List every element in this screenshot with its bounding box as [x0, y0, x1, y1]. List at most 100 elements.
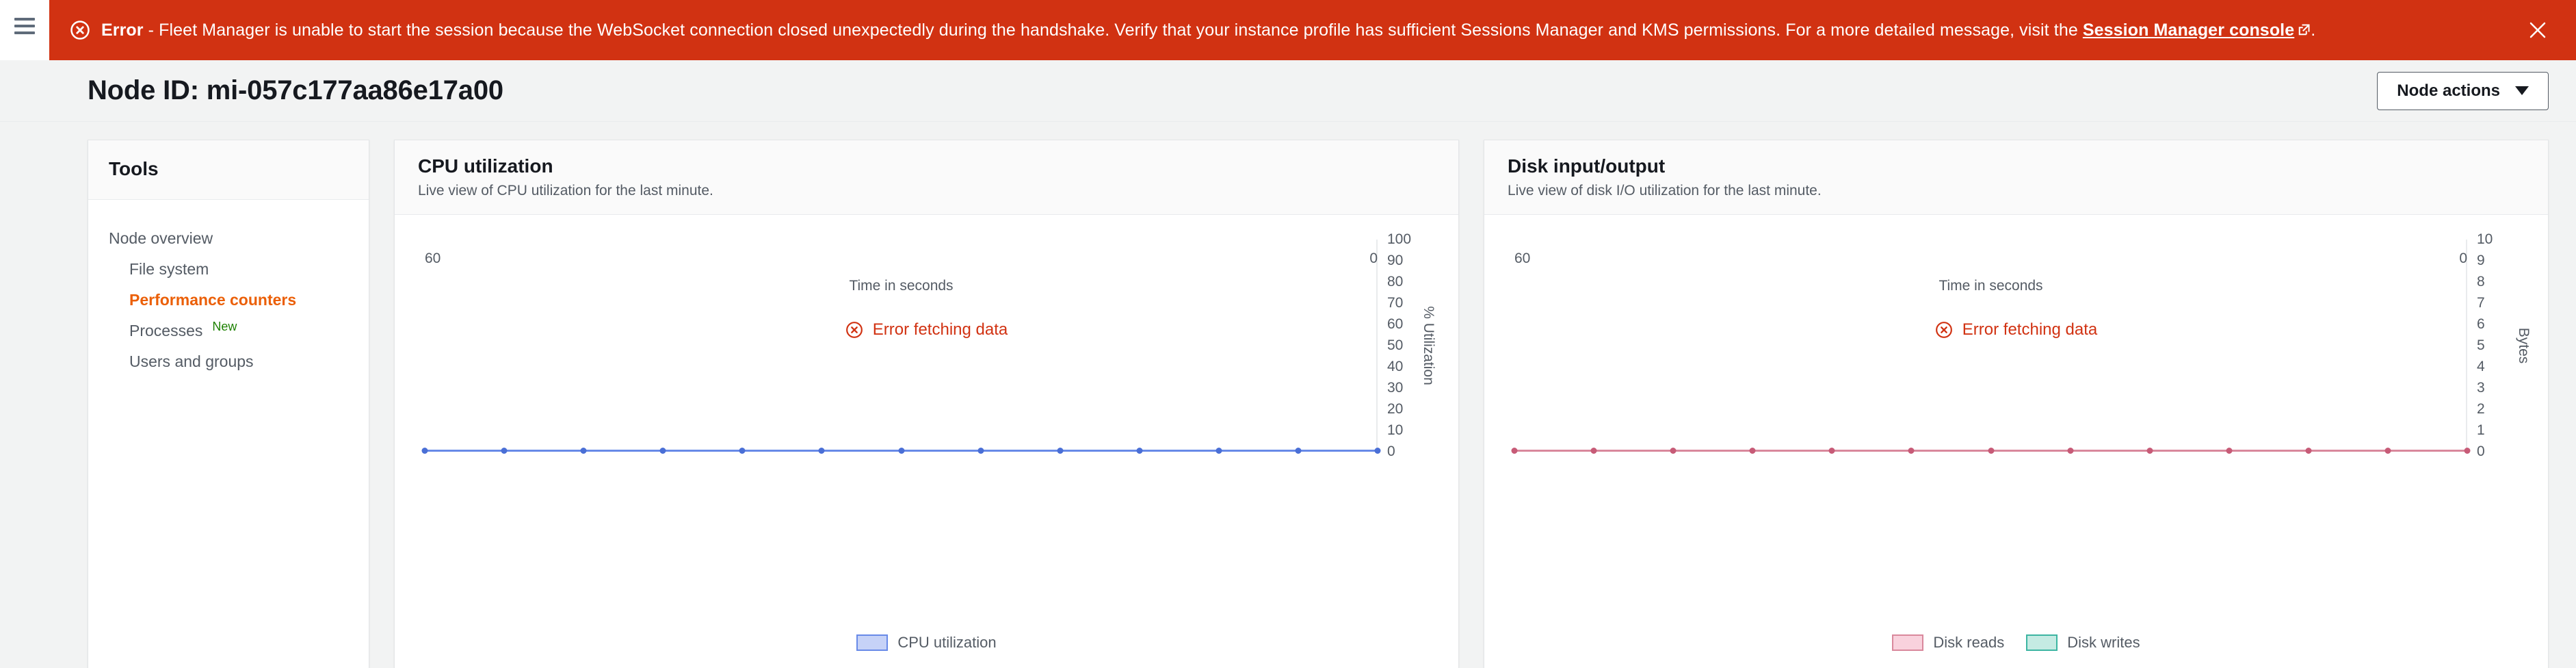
disk-plot-area: 109876543210 Bytes 60 0 Time in seconds — [1514, 240, 2467, 452]
node-actions-button[interactable]: Node actions — [2377, 72, 2549, 110]
page-header: Node ID: mi-057c177aa86e17a00 Node actio… — [0, 60, 2576, 122]
sidebar-item-users-and-groups[interactable]: Users and groups — [88, 346, 369, 377]
sidebar-item-label: Node overview — [109, 229, 213, 248]
page-header-inner: Node ID: mi-057c177aa86e17a00 Node actio… — [49, 72, 2576, 110]
data-point[interactable] — [1988, 448, 1994, 454]
legend-label: CPU utilization — [897, 634, 996, 652]
alert-severity-label: Error — [101, 21, 144, 40]
error-circle-icon — [70, 20, 90, 40]
tools-title: Tools — [109, 158, 348, 180]
disk-x-tick-start: 60 — [1514, 250, 1530, 267]
tools-nav-list: Node overview File system Performance co… — [88, 200, 369, 377]
fleet-manager-page: Error - Fleet Manager is unable to start… — [0, 0, 2576, 668]
y-tick-label: 5 — [2477, 337, 2485, 354]
data-point[interactable] — [2465, 448, 2471, 454]
cpu-x-tick-start: 60 — [425, 250, 441, 267]
cpu-y-axis-line — [1376, 240, 1378, 452]
data-point[interactable] — [1512, 448, 1518, 454]
legend-swatch — [856, 634, 888, 651]
y-tick-label: 80 — [1387, 274, 1403, 290]
close-icon[interactable] — [2527, 20, 2548, 40]
data-point[interactable] — [501, 448, 508, 454]
sidebar-item-label: Processes — [129, 322, 202, 340]
y-tick-label: 90 — [1387, 253, 1403, 269]
data-point[interactable] — [2067, 448, 2073, 454]
y-tick-label: 4 — [2477, 359, 2485, 375]
data-point[interactable] — [1591, 448, 1597, 454]
cpu-y-axis-label: % Utilization — [1420, 306, 1436, 385]
y-tick-label: 8 — [2477, 274, 2485, 290]
data-point[interactable] — [422, 448, 428, 454]
cpu-plot: 1009080706050403020100 % Utilization 60 … — [395, 230, 1458, 485]
hamburger-menu-icon[interactable] — [14, 18, 35, 34]
tools-panel: Tools Node overview File system Performa… — [88, 140, 369, 668]
cpu-card-subtitle: Live view of CPU utilization for the las… — [418, 183, 1435, 199]
cpu-plot-area: 1009080706050403020100 % Utilization 60 … — [425, 240, 1378, 452]
external-link-icon[interactable] — [2297, 23, 2311, 37]
cpu-series-line — [425, 450, 1378, 452]
legend-swatch — [2026, 634, 2058, 651]
content-columns: Tools Node overview File system Performa… — [49, 122, 2576, 668]
data-point[interactable] — [1136, 448, 1142, 454]
disk-x-axis-label: Time in seconds — [1514, 278, 2467, 294]
data-point[interactable] — [1057, 448, 1063, 454]
page-title: Node ID: mi-057c177aa86e17a00 — [88, 75, 503, 106]
data-point[interactable] — [739, 448, 746, 454]
page-content: Tools Node overview File system Performa… — [0, 122, 2576, 668]
error-alert-banner: Error - Fleet Manager is unable to start… — [49, 0, 2576, 60]
data-point[interactable] — [2146, 448, 2153, 454]
node-actions-label: Node actions — [2397, 81, 2500, 101]
data-point[interactable] — [1215, 448, 1222, 454]
data-point[interactable] — [1829, 448, 1835, 454]
data-point[interactable] — [1670, 448, 1677, 454]
sidebar-item-file-system[interactable]: File system — [88, 254, 369, 285]
tools-panel-header: Tools — [88, 140, 369, 200]
alert-dismiss-button[interactable] — [2523, 15, 2553, 45]
legend-item-disk-writes[interactable]: Disk writes — [2026, 634, 2140, 652]
disk-legend: Disk reads Disk writes — [1484, 634, 2548, 652]
cpu-card-body: 1009080706050403020100 % Utilization 60 … — [395, 215, 1458, 668]
session-manager-console-link[interactable]: Session Manager console — [2083, 21, 2294, 40]
y-tick-label: 70 — [1387, 295, 1403, 311]
y-tick-label: 3 — [2477, 380, 2485, 396]
cpu-card-header: CPU utilization Live view of CPU utiliza… — [395, 140, 1458, 215]
sidebar-item-label: File system — [129, 260, 209, 279]
data-point[interactable] — [898, 448, 904, 454]
y-tick-label: 1 — [2477, 422, 2485, 439]
legend-item-disk-reads[interactable]: Disk reads — [1892, 634, 2004, 652]
sidebar-item-performance-counters[interactable]: Performance counters — [88, 285, 369, 316]
disk-plot: 109876543210 Bytes 60 0 Time in seconds — [1484, 230, 2548, 485]
data-point[interactable] — [660, 448, 666, 454]
sidebar-item-label: Users and groups — [129, 352, 254, 371]
sidebar-item-node-overview[interactable]: Node overview — [88, 223, 369, 254]
cpu-x-axis-label: Time in seconds — [425, 278, 1378, 294]
data-point[interactable] — [977, 448, 984, 454]
cpu-utilization-card: CPU utilization Live view of CPU utiliza… — [394, 140, 1459, 668]
data-point[interactable] — [2226, 448, 2232, 454]
data-point[interactable] — [1750, 448, 1756, 454]
y-tick-label: 7 — [2477, 295, 2485, 311]
data-point[interactable] — [1375, 448, 1381, 454]
disk-io-card: Disk input/output Live view of disk I/O … — [1484, 140, 2549, 668]
data-point[interactable] — [1908, 448, 1915, 454]
data-point[interactable] — [2384, 448, 2391, 454]
data-point[interactable] — [819, 448, 825, 454]
y-tick-label: 60 — [1387, 316, 1403, 333]
data-point[interactable] — [1295, 448, 1301, 454]
sidebar-item-processes[interactable]: Processes New — [88, 316, 369, 346]
data-point[interactable] — [581, 448, 587, 454]
top-alert-row: Error - Fleet Manager is unable to start… — [0, 0, 2576, 60]
chevron-down-icon — [2515, 86, 2529, 95]
legend-label: Disk writes — [2067, 634, 2140, 652]
y-tick-label: 0 — [1387, 444, 1395, 460]
new-badge: New — [212, 320, 237, 334]
y-tick-label: 10 — [2477, 231, 2493, 248]
y-tick-label: 6 — [2477, 316, 2485, 333]
legend-item-cpu-utilization[interactable]: CPU utilization — [856, 634, 996, 652]
data-point[interactable] — [2305, 448, 2311, 454]
legend-swatch — [1892, 634, 1923, 651]
cpu-x-tick-end: 0 — [1369, 250, 1378, 267]
disk-card-header: Disk input/output Live view of disk I/O … — [1484, 140, 2548, 215]
y-tick-label: 10 — [1387, 422, 1403, 439]
legend-label: Disk reads — [1933, 634, 2004, 652]
